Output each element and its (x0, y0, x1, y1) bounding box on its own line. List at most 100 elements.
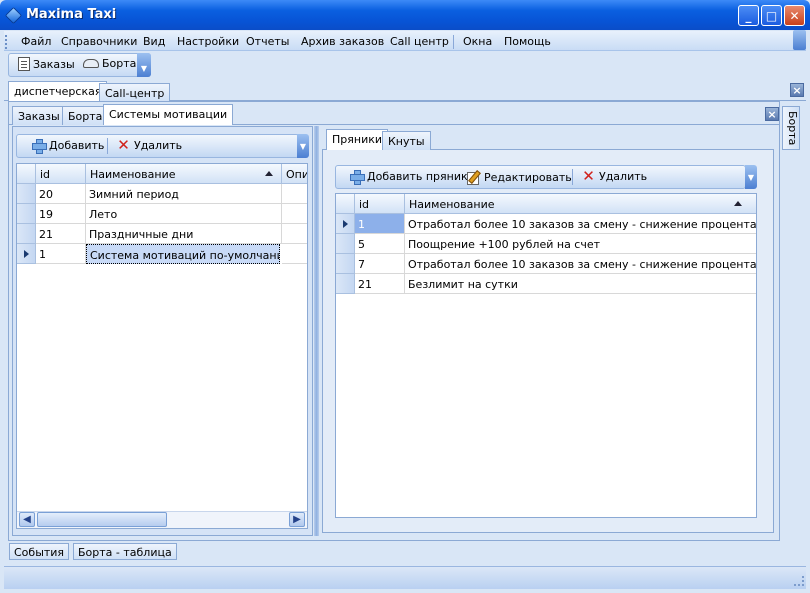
left-add-button[interactable]: Добавить (32, 139, 105, 154)
cell-name[interactable]: Лето (86, 204, 282, 224)
right-toolbar-overflow-button[interactable]: ▼ (745, 165, 757, 189)
left-delete-label: Удалить (134, 139, 183, 152)
row-indicator[interactable] (336, 254, 355, 274)
left-delete-button[interactable]: ✕ Удалить (117, 136, 183, 154)
menu-settings[interactable]: Настройки (177, 35, 239, 48)
left-add-label: Добавить (49, 139, 105, 152)
cell-id-selected[interactable]: 1 (355, 214, 405, 234)
cell-name[interactable]: Безлимит на сутки (405, 274, 756, 294)
menu-call-center[interactable]: Call центр (390, 35, 449, 48)
cell-name-selected[interactable]: Система мотиваций по-умолчанию (86, 244, 280, 264)
menubar-overflow-button[interactable] (793, 30, 806, 50)
maximize-button[interactable]: □ (761, 5, 782, 26)
row-indicator[interactable] (17, 224, 36, 244)
right-delete-button[interactable]: ✕ Удалить (582, 169, 648, 184)
edit-button[interactable]: Редактировать (466, 170, 572, 185)
tab-events[interactable]: События (9, 543, 70, 560)
scroll-left-icon[interactable]: ◀ (19, 512, 35, 527)
cell-id[interactable]: 20 (36, 184, 86, 204)
cell-description[interactable] (282, 244, 307, 264)
motivation-systems-grid: id Наименование Опис 20 Зимний период 19… (16, 163, 308, 529)
cars-toolbar-label: Борта (102, 57, 137, 70)
menu-view[interactable]: Вид (143, 35, 165, 48)
row-indicator[interactable] (17, 184, 36, 204)
cell-name[interactable]: Праздничные дни (86, 224, 282, 244)
scroll-thumb[interactable] (37, 512, 167, 527)
grid-corner (336, 194, 355, 214)
resize-grip-icon[interactable] (794, 576, 804, 586)
panel-splitter[interactable] (314, 126, 319, 536)
column-header-name-label: Наименование (409, 198, 495, 211)
tab-dispatcher[interactable]: диспетчерская (8, 81, 108, 102)
car-icon (83, 59, 99, 68)
add-gingerbread-button[interactable]: Добавить пряник (350, 170, 468, 185)
current-row-indicator[interactable] (17, 244, 36, 264)
column-header-name[interactable]: Наименование (405, 194, 756, 214)
cell-name[interactable]: Зимний период (86, 184, 282, 204)
orders-toolbar-label: Заказы (33, 57, 75, 71)
cell-name[interactable]: Отработал более 10 заказов за смену - сн… (405, 254, 756, 274)
status-bar (4, 566, 806, 589)
toolbar-separator (572, 169, 573, 185)
gingerbreads-grid: id Наименование 1 Отработал более 10 зак… (335, 193, 757, 518)
menu-reports[interactable]: Отчеты (246, 35, 289, 48)
left-toolbar-overflow-button[interactable]: ▼ (297, 134, 309, 158)
tab-cars[interactable]: Борта (62, 106, 109, 125)
cell-id[interactable]: 7 (355, 254, 405, 274)
close-tab-icon[interactable]: × (790, 83, 804, 97)
tab-whips[interactable]: Кнуты (382, 131, 431, 150)
cell-description[interactable] (282, 224, 307, 244)
cell-name[interactable]: Поощрение +100 рублей на счет (405, 234, 756, 254)
minimize-button[interactable]: _ (738, 5, 759, 26)
column-header-description[interactable]: Опис (282, 164, 307, 184)
column-header-name[interactable]: Наименование (86, 164, 282, 184)
sort-ascending-icon (265, 171, 273, 176)
menu-separator (453, 35, 454, 49)
cars-toolbar-button[interactable]: Борта (83, 57, 136, 70)
cell-id[interactable]: 21 (36, 224, 86, 244)
row-indicator[interactable] (336, 234, 355, 254)
tab-orders[interactable]: Заказы (12, 106, 66, 125)
menu-help[interactable]: Помощь (504, 35, 551, 48)
scroll-right-icon[interactable]: ▶ (289, 512, 305, 527)
delete-icon: ✕ (117, 136, 130, 154)
side-tab-cars[interactable]: Борта (782, 106, 800, 150)
cell-id[interactable]: 19 (36, 204, 86, 224)
toolbar-overflow-button[interactable]: ▼ (137, 53, 151, 77)
menu-windows[interactable]: Окна (463, 35, 492, 48)
left-grid-hscrollbar[interactable]: ◀ ▶ (17, 511, 307, 528)
window-title: Maxima Taxi (26, 7, 117, 22)
cell-description[interactable] (282, 204, 307, 224)
row-indicator[interactable] (17, 204, 36, 224)
tab-gingerbreads[interactable]: Пряники (326, 129, 389, 150)
orders-toolbar-button[interactable]: Заказы (18, 57, 75, 71)
tab-cars-table[interactable]: Борта - таблица (73, 543, 177, 560)
add-icon (32, 139, 47, 154)
toolbar-separator (107, 138, 108, 154)
grid-corner (17, 164, 36, 184)
add-gingerbread-label: Добавить пряник (367, 170, 468, 183)
row-indicator[interactable] (336, 274, 355, 294)
menu-orders-archive[interactable]: Архив заказов (301, 35, 384, 48)
current-row-indicator[interactable] (336, 214, 355, 234)
add-icon (350, 170, 365, 185)
cell-id[interactable]: 5 (355, 234, 405, 254)
menu-file[interactable]: Файл (21, 35, 51, 48)
cell-id[interactable]: 21 (355, 274, 405, 294)
title-bar (0, 0, 810, 30)
close-subtab-icon[interactable]: × (765, 107, 779, 121)
cell-id[interactable]: 1 (36, 244, 86, 264)
column-header-id[interactable]: id (36, 164, 86, 184)
right-delete-label: Удалить (599, 170, 648, 183)
tab-motivation-systems[interactable]: Системы мотивации (103, 104, 234, 125)
column-header-name-label: Наименование (90, 168, 176, 181)
menu-directories[interactable]: Справочники (61, 35, 137, 48)
cell-description[interactable] (282, 184, 307, 204)
column-header-id[interactable]: id (355, 194, 405, 214)
document-icon (18, 57, 30, 71)
close-button[interactable]: ✕ (784, 5, 805, 26)
menu-grip-icon (5, 35, 8, 49)
cell-name[interactable]: Отработал более 10 заказов за смену - сн… (405, 214, 756, 234)
edit-label: Редактировать (484, 170, 572, 184)
tab-call-center[interactable]: Call-центр (99, 83, 171, 102)
